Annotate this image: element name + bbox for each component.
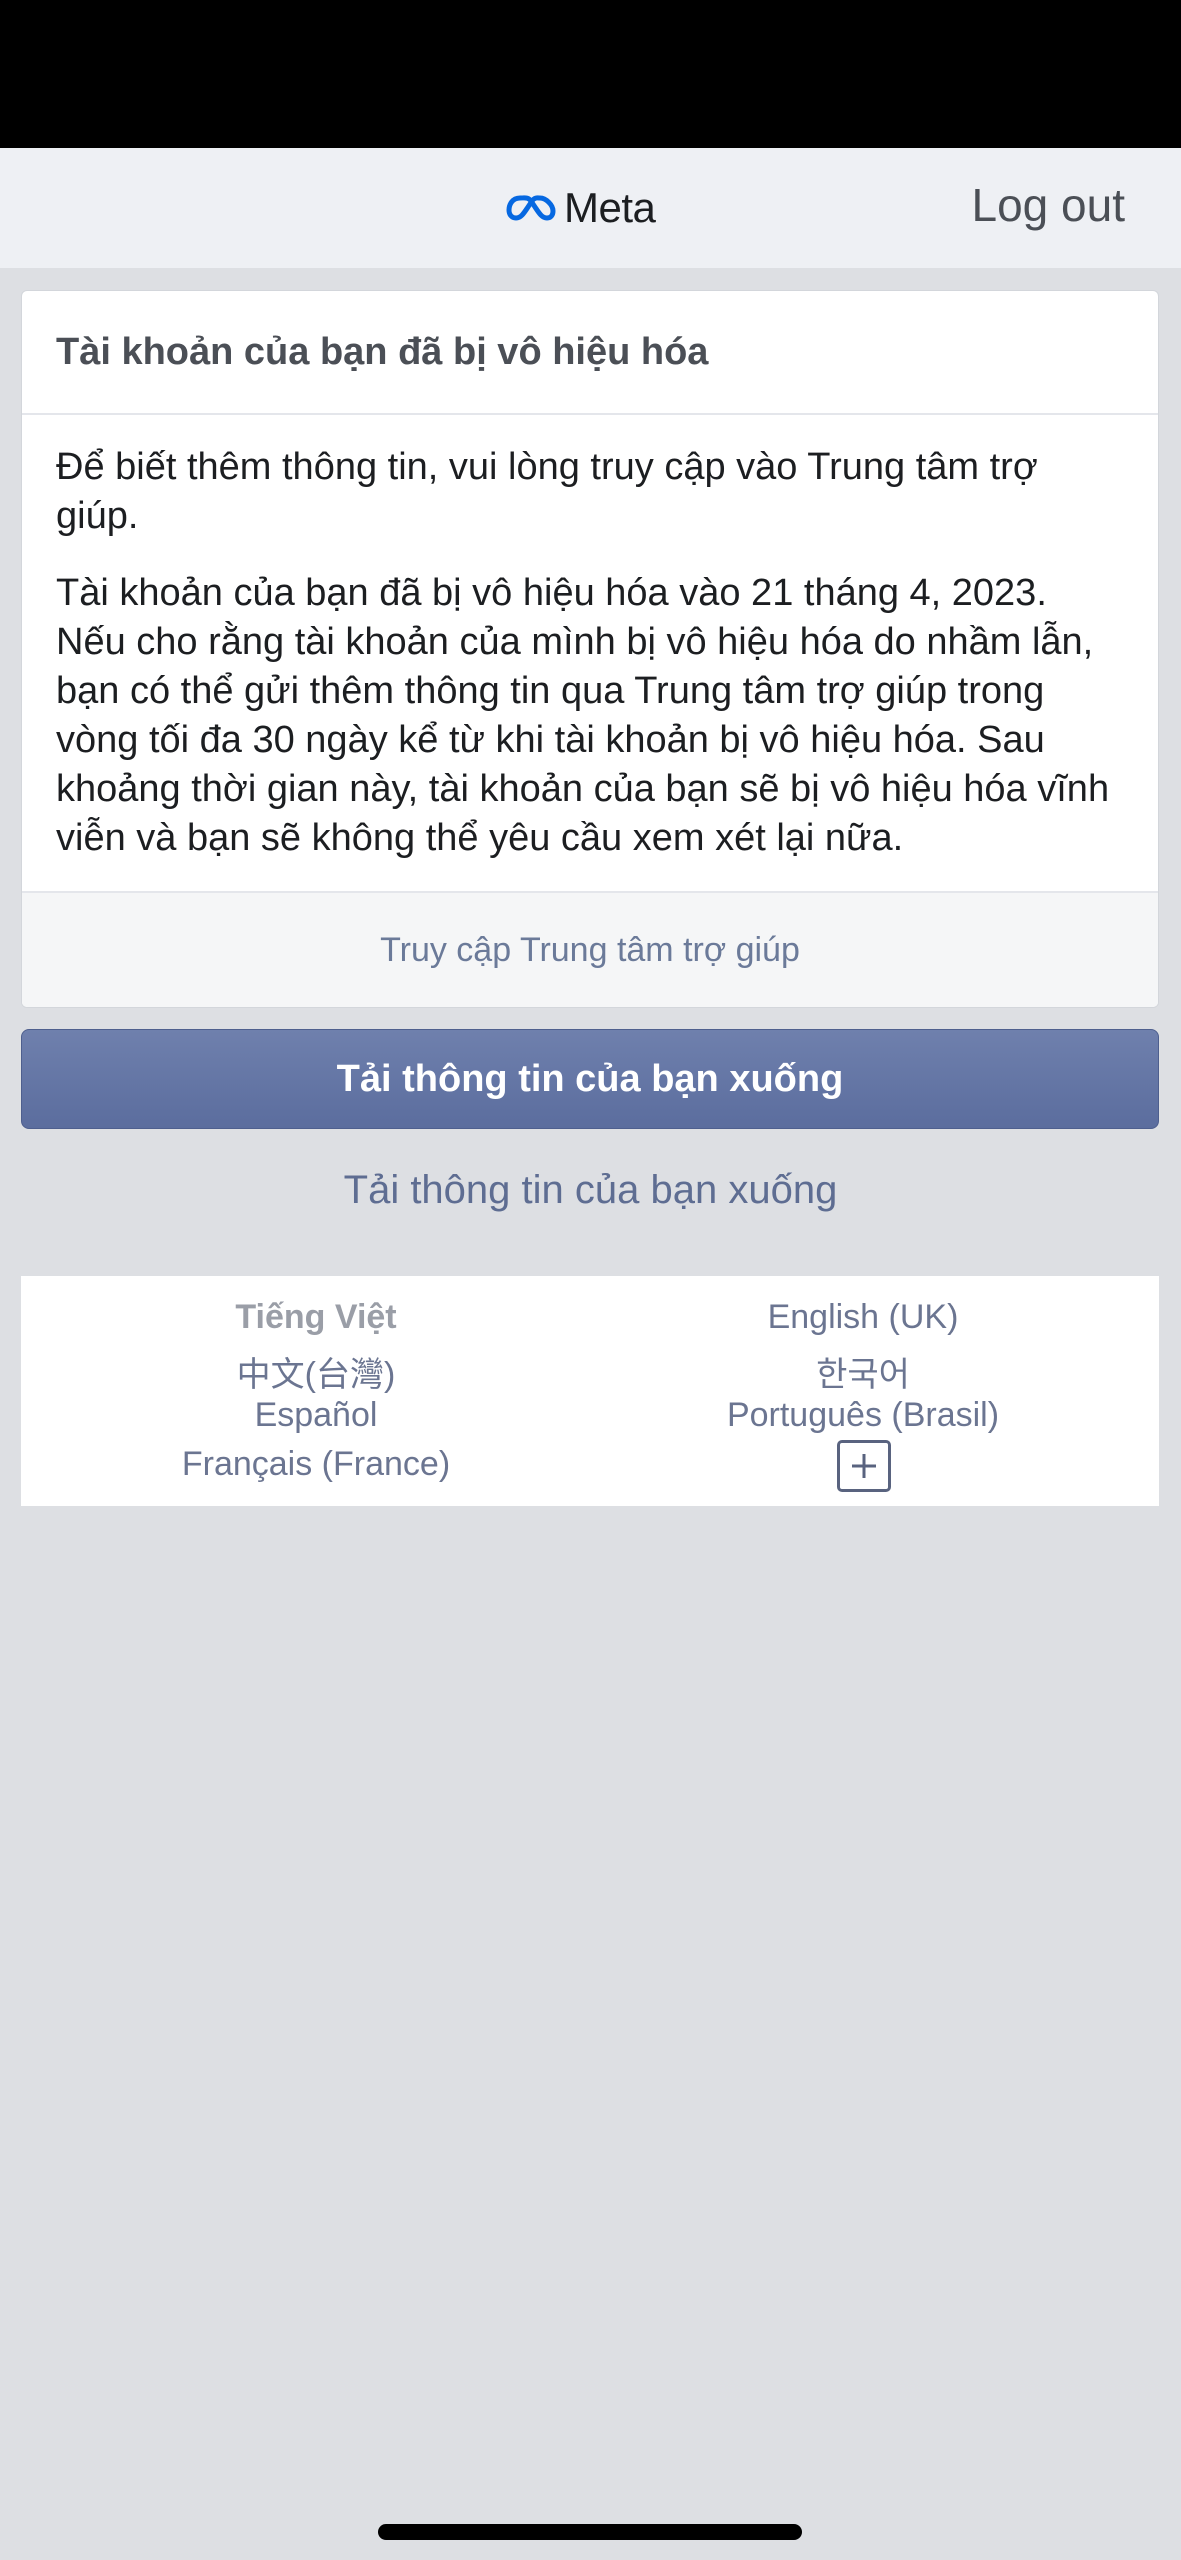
more-languages-button[interactable] [837, 1440, 891, 1492]
status-bar [0, 0, 1181, 148]
logout-button[interactable]: Log out [972, 178, 1125, 232]
download-info-button[interactable]: Tải thông tin của bạn xuống [21, 1029, 1159, 1129]
info-paragraph: Để biết thêm thông tin, vui lòng truy cậ… [56, 446, 1038, 537]
meta-logo: Meta [506, 181, 656, 235]
language-option[interactable]: Français (France) [182, 1445, 450, 1484]
language-option[interactable]: English (UK) [768, 1298, 959, 1337]
language-current: Tiếng Việt [235, 1298, 397, 1336]
card-header: Tài khoản của bạn đã bị vô hiệu hóa [22, 291, 1158, 415]
language-selector: Tiếng Việt English (UK) 中文(台灣) 한국어 Españ… [21, 1276, 1159, 1506]
language-option[interactable]: Español [255, 1396, 378, 1435]
card-footer: Truy cập Trung tâm trợ giúp [22, 891, 1158, 1007]
help-center-link[interactable]: Truy cập Trung tâm trợ giúp [380, 931, 800, 970]
card-body: Để biết thêm thông tin, vui lòng truy cậ… [22, 415, 1158, 863]
language-option[interactable]: Português (Brasil) [727, 1396, 999, 1435]
top-bar: Meta Log out [0, 148, 1181, 268]
account-disabled-card: Tài khoản của bạn đã bị vô hiệu hóa Để b… [21, 290, 1159, 1008]
meta-infinity-icon [506, 195, 556, 221]
card-title: Tài khoản của bạn đã bị vô hiệu hóa [56, 331, 709, 373]
disabled-details-paragraph: Tài khoản của bạn đã bị vô hiệu hóa vào … [56, 572, 1110, 859]
language-option[interactable]: 中文(台灣) [237, 1347, 396, 1396]
home-indicator[interactable] [378, 2524, 802, 2540]
download-info-link[interactable]: Tải thông tin của bạn xuống [0, 1168, 1181, 1213]
download-info-button-label: Tải thông tin của bạn xuống [336, 1057, 844, 1100]
meta-logo-text: Meta [564, 184, 656, 231]
language-option[interactable]: 한국어 [816, 1347, 910, 1396]
plus-icon [852, 1454, 876, 1478]
